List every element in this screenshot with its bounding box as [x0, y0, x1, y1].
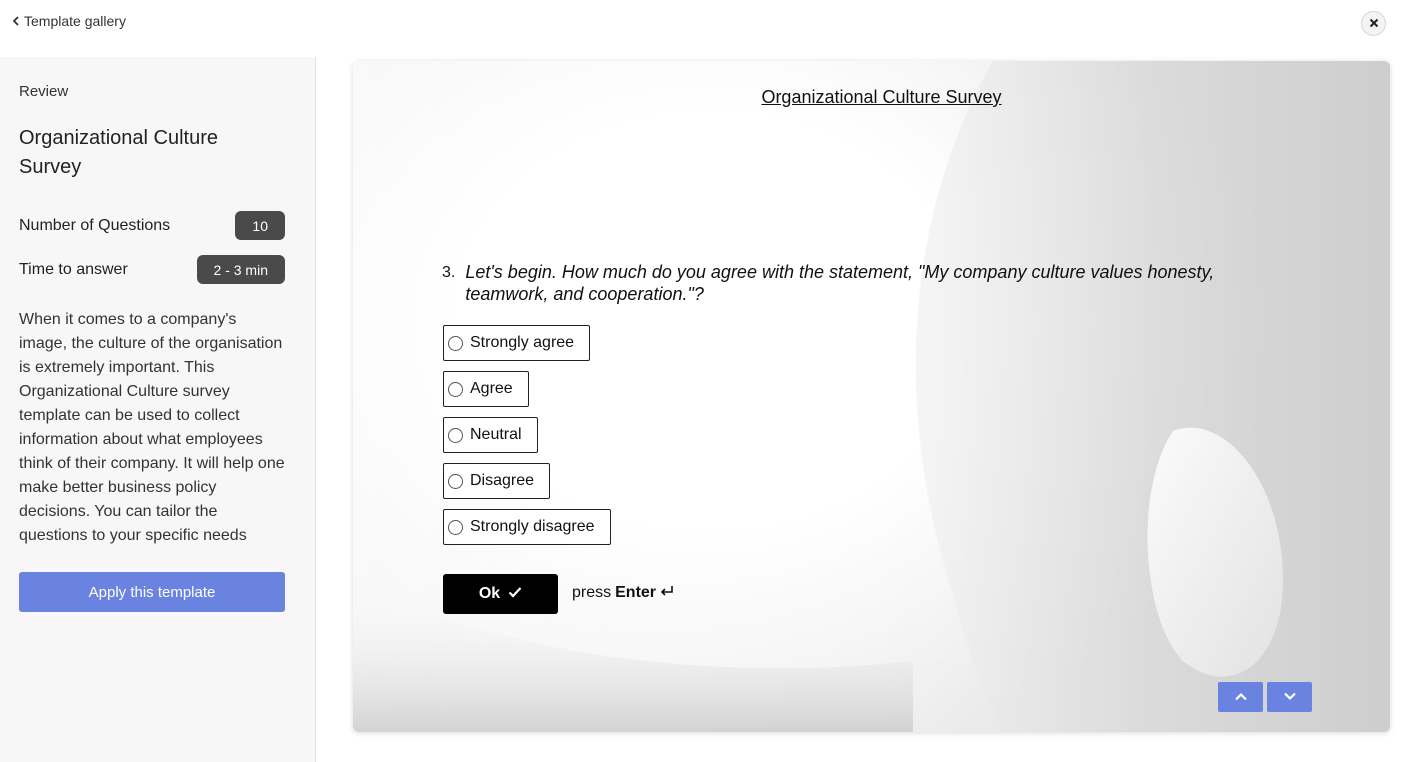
option-label: Strongly agree: [470, 334, 575, 351]
keyboard-hint: press Enter: [572, 584, 674, 602]
chevron-down-icon: [1283, 688, 1297, 706]
question-count-label: Number of Questions: [19, 216, 171, 234]
back-to-template-gallery-link[interactable]: Template gallery: [12, 13, 126, 29]
time-to-answer-badge: 2 - 3 min: [196, 255, 285, 284]
option-label: Neutral: [470, 426, 522, 443]
question-count-badge: 10: [235, 211, 285, 240]
template-details-sidebar: Review Organizational Culture Survey Num…: [0, 57, 316, 762]
close-button[interactable]: [1361, 11, 1386, 36]
ok-button[interactable]: Ok: [443, 574, 558, 614]
chevron-up-icon: [1234, 688, 1248, 706]
question-text: Let's begin. How much do you agree with …: [465, 262, 1215, 304]
question-number: 3.: [442, 264, 456, 281]
radio-button[interactable]: [448, 519, 463, 535]
time-to-answer-row: Time to answer 2 - 3 min: [19, 255, 285, 284]
form-title: Organizational Culture Survey: [761, 87, 1002, 107]
question-count-row: Number of Questions 10: [19, 211, 285, 240]
apply-template-button[interactable]: Apply this template: [19, 572, 285, 612]
template-title: Organizational Culture Survey: [19, 127, 218, 178]
radio-button[interactable]: [448, 335, 463, 351]
template-description: When it comes to a company's image, the …: [19, 311, 285, 544]
top-bar: Template gallery: [0, 0, 1417, 57]
answer-option-strongly-agree[interactable]: Strongly agree: [443, 325, 591, 361]
radio-button[interactable]: [448, 427, 463, 443]
option-label: Agree: [470, 380, 513, 397]
time-to-answer-label: Time to answer: [19, 260, 128, 278]
chevron-left-icon: [12, 13, 20, 29]
hint-prefix: press: [572, 584, 612, 601]
survey-preview: Organizational Culture Survey 3. Let's b…: [353, 61, 1390, 732]
answer-option-strongly-disagree[interactable]: Strongly disagree: [443, 509, 611, 545]
option-label: Strongly disagree: [470, 518, 595, 535]
review-label: Review: [19, 83, 69, 100]
option-label: Disagree: [470, 472, 535, 489]
radio-button[interactable]: [448, 473, 463, 489]
checkmark-icon: [508, 585, 522, 603]
answer-option-neutral[interactable]: Neutral: [443, 417, 538, 453]
ok-button-label: Ok: [478, 585, 501, 602]
answer-option-agree[interactable]: Agree: [443, 371, 529, 407]
back-link-label: Template gallery: [24, 13, 126, 29]
previous-question-button[interactable]: [1218, 682, 1263, 712]
question: 3. Let's begin. How much do you agree wi…: [442, 261, 1242, 305]
close-icon: [1369, 15, 1379, 33]
hint-key: Enter: [615, 584, 657, 601]
radio-button[interactable]: [448, 381, 463, 397]
next-question-button[interactable]: [1267, 682, 1312, 712]
enter-return-icon: [660, 584, 674, 602]
answer-option-disagree[interactable]: Disagree: [443, 463, 551, 499]
